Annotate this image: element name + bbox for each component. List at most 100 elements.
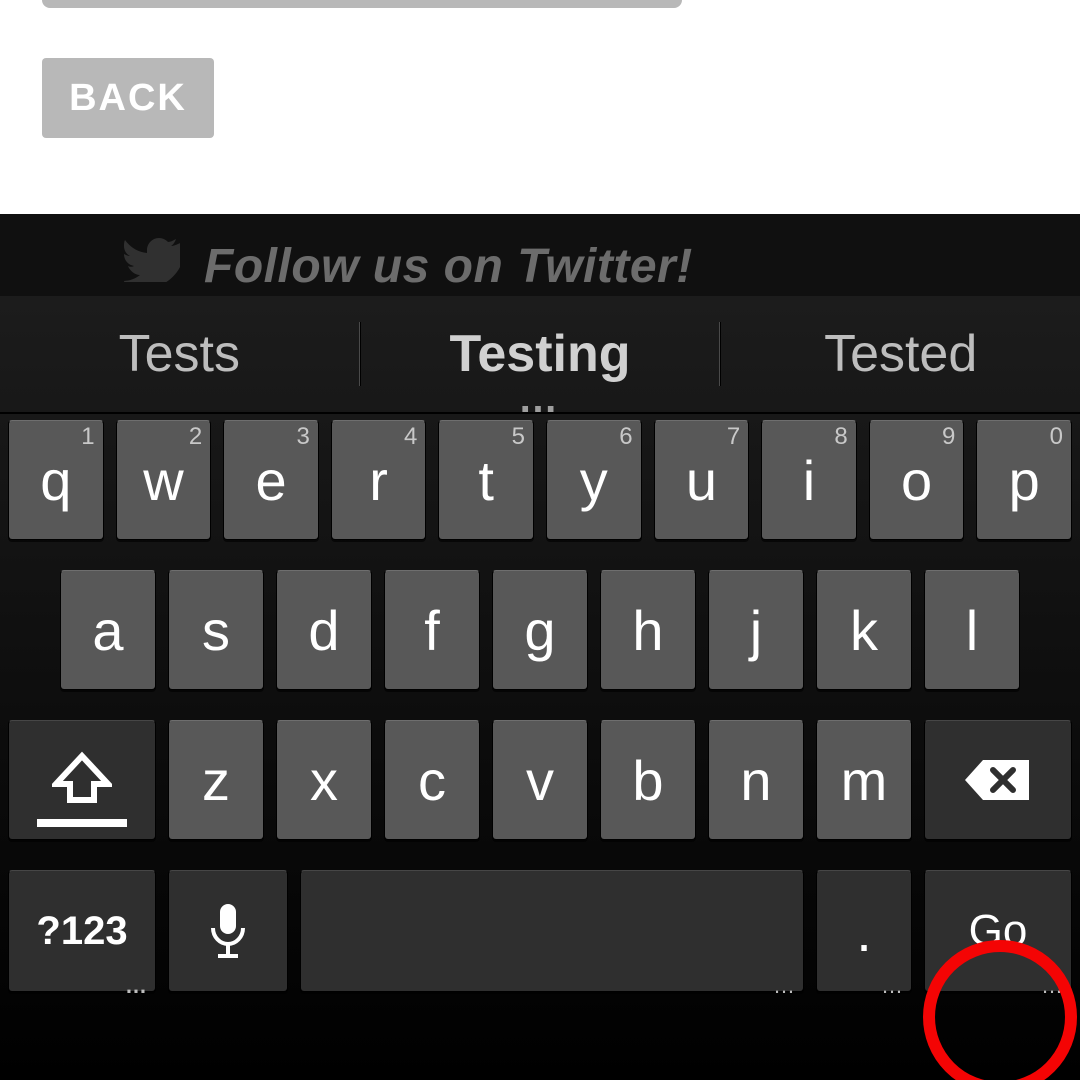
key-e[interactable]: e3: [223, 420, 319, 540]
suggestion-center-label: Testing: [449, 324, 630, 384]
key-l-label: l: [966, 598, 978, 663]
go-key[interactable]: Go …: [924, 870, 1072, 992]
long-press-indicator-icon: …: [1041, 981, 1065, 991]
key-j-label: j: [750, 598, 762, 663]
long-press-indicator-icon: …: [773, 981, 797, 991]
symbols-key[interactable]: ?123 …: [8, 870, 156, 992]
key-x-label: x: [310, 748, 338, 813]
symbols-key-label: ?123: [36, 909, 127, 954]
key-u-label: u: [686, 448, 717, 513]
key-r-label: r: [369, 448, 388, 513]
key-h-label: h: [632, 598, 663, 663]
key-o-label: o: [901, 448, 932, 513]
key-f-label: f: [424, 598, 440, 663]
key-s[interactable]: s: [168, 570, 264, 690]
key-p[interactable]: p0: [976, 420, 1072, 540]
key-m[interactable]: m: [816, 720, 912, 840]
key-k[interactable]: k: [816, 570, 912, 690]
keyboard-rows: q1w2e3r4t5y6u7i8o9p0 asdfghjkl zxcvbnm ?…: [0, 414, 1080, 1080]
backspace-icon: [963, 756, 1033, 804]
app-area: BACK: [0, 0, 1080, 214]
key-b[interactable]: b: [600, 720, 696, 840]
key-t-label: t: [478, 448, 494, 513]
keyboard-row-3: zxcvbnm: [8, 720, 1072, 840]
key-z-label: z: [202, 748, 230, 813]
key-e-hint: 3: [296, 423, 309, 451]
key-a[interactable]: a: [60, 570, 156, 690]
key-y-hint: 6: [619, 423, 632, 451]
key-r[interactable]: r4: [331, 420, 427, 540]
shift-up-icon: [52, 750, 112, 810]
key-d[interactable]: d: [276, 570, 372, 690]
spacebar-key[interactable]: …: [300, 870, 804, 992]
suggestion-bar: Tests Testing … Tested: [0, 296, 1080, 414]
key-g-label: g: [524, 598, 555, 663]
key-c-label: c: [418, 748, 446, 813]
onscreen-keyboard: Tests Testing … Tested q1w2e3r4t5y6u7i8o…: [0, 296, 1080, 1080]
key-q-hint: 1: [81, 423, 94, 451]
period-key-label: .: [856, 899, 872, 964]
key-o-hint: 9: [942, 423, 955, 451]
key-r-hint: 4: [404, 423, 417, 451]
key-a-label: a: [92, 598, 123, 663]
voice-input-key[interactable]: [168, 870, 288, 992]
long-press-indicator-icon: …: [881, 981, 905, 991]
twitter-bird-icon: [124, 238, 180, 294]
keyboard-row-1: q1w2e3r4t5y6u7i8o9p0: [8, 420, 1072, 540]
key-n[interactable]: n: [708, 720, 804, 840]
key-h[interactable]: h: [600, 570, 696, 690]
key-u[interactable]: u7: [654, 420, 750, 540]
key-q[interactable]: q1: [8, 420, 104, 540]
key-w[interactable]: w2: [116, 420, 212, 540]
more-suggestions-icon: …: [518, 377, 562, 422]
key-s-label: s: [202, 598, 230, 663]
suggestion-right-label: Tested: [824, 324, 977, 384]
key-z[interactable]: z: [168, 720, 264, 840]
key-c[interactable]: c: [384, 720, 480, 840]
microphone-icon: [207, 902, 249, 960]
keyboard-row-2: asdfghjkl: [8, 570, 1072, 690]
key-m-label: m: [841, 748, 888, 813]
key-i-hint: 8: [834, 423, 847, 451]
key-t[interactable]: t5: [438, 420, 534, 540]
key-o[interactable]: o9: [869, 420, 965, 540]
key-e-label: e: [255, 448, 286, 513]
key-w-hint: 2: [189, 423, 202, 451]
key-f[interactable]: f: [384, 570, 480, 690]
key-n-label: n: [740, 748, 771, 813]
key-k-label: k: [850, 598, 878, 663]
key-y[interactable]: y6: [546, 420, 642, 540]
key-w-label: w: [143, 448, 183, 513]
key-p-label: p: [1009, 448, 1040, 513]
key-l[interactable]: l: [924, 570, 1020, 690]
suggestion-left-label: Tests: [119, 324, 240, 384]
key-i[interactable]: i8: [761, 420, 857, 540]
twitter-follow-label: Follow us on Twitter!: [204, 239, 693, 294]
back-button-label: BACK: [69, 77, 187, 120]
backspace-key[interactable]: [924, 720, 1072, 840]
suggestion-right[interactable]: Tested: [721, 296, 1080, 412]
key-p-hint: 0: [1050, 423, 1063, 451]
key-v-label: v: [526, 748, 554, 813]
key-v[interactable]: v: [492, 720, 588, 840]
key-u-hint: 7: [727, 423, 740, 451]
key-g[interactable]: g: [492, 570, 588, 690]
shift-underline: [37, 819, 127, 827]
cropped-input-field[interactable]: [42, 0, 682, 8]
key-i-label: i: [803, 448, 815, 513]
key-b-label: b: [632, 748, 663, 813]
key-y-label: y: [580, 448, 608, 513]
key-x[interactable]: x: [276, 720, 372, 840]
twitter-follow-row[interactable]: Follow us on Twitter!: [0, 236, 1080, 296]
suggestion-left[interactable]: Tests: [0, 296, 359, 412]
keyboard-row-4: ?123 … … . … Go …: [8, 870, 1072, 992]
go-key-label: Go: [969, 906, 1028, 956]
period-key[interactable]: . …: [816, 870, 912, 992]
long-press-indicator-icon: …: [125, 981, 149, 991]
key-j[interactable]: j: [708, 570, 804, 690]
back-button[interactable]: BACK: [42, 58, 214, 138]
suggestion-center[interactable]: Testing …: [361, 296, 720, 412]
key-t-hint: 5: [512, 423, 525, 451]
key-d-label: d: [308, 598, 339, 663]
shift-key[interactable]: [8, 720, 156, 840]
